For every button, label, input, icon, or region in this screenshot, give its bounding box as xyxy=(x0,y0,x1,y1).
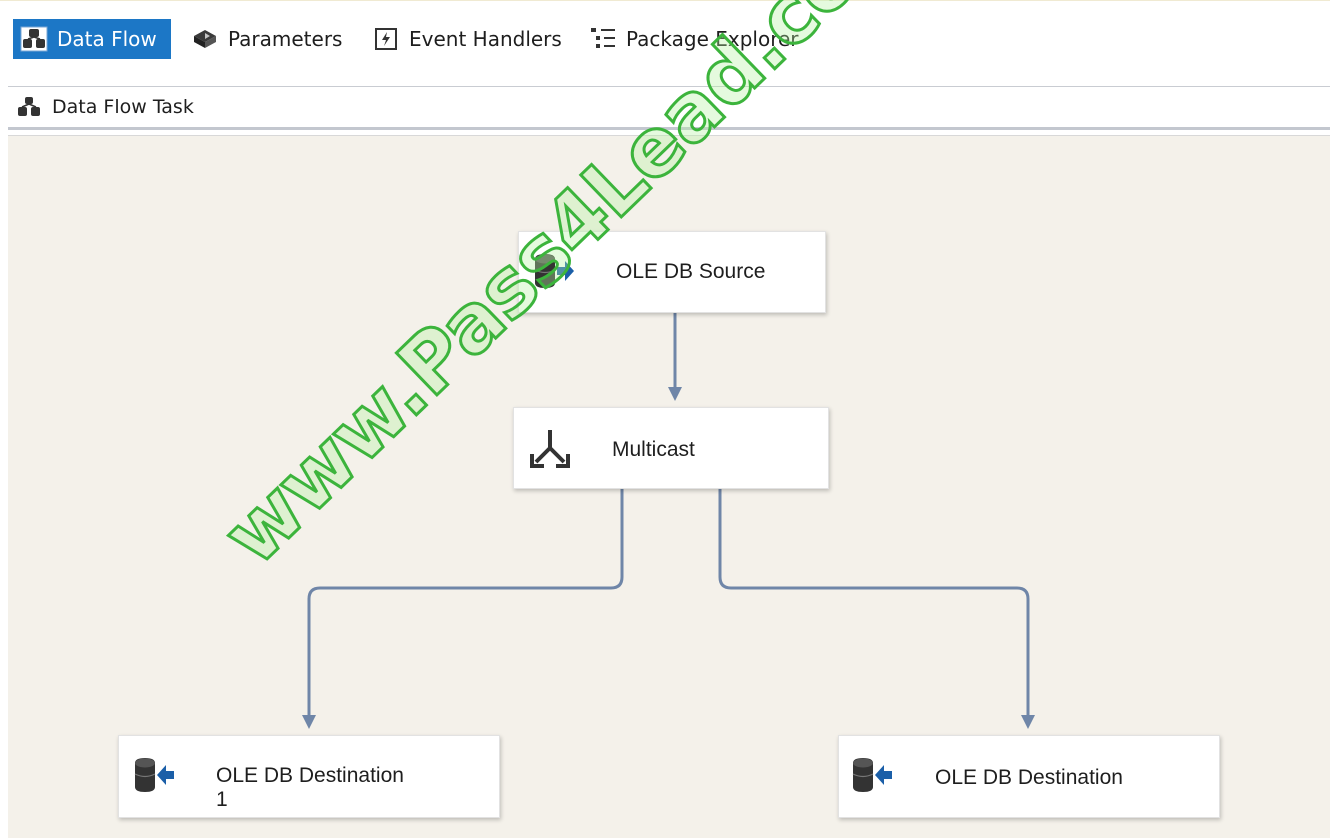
tab-event-handlers-label: Event Handlers xyxy=(409,27,562,51)
ole-db-source-icon xyxy=(531,250,575,294)
ole-db-source-component[interactable]: OLE DB Source xyxy=(518,231,826,313)
ole-db-destination-label: OLE DB Destination xyxy=(935,766,1123,789)
tab-data-flow[interactable]: Data Flow xyxy=(13,19,171,59)
multicast-icon xyxy=(528,426,572,470)
ole-db-destination-1-label: OLE DB Destination 1 xyxy=(216,764,404,811)
event-handlers-icon xyxy=(371,24,401,54)
package-explorer-icon xyxy=(588,24,618,54)
parameters-icon xyxy=(190,24,220,54)
multicast-component[interactable]: Multicast xyxy=(513,407,829,489)
tab-data-flow-label: Data Flow xyxy=(57,27,157,51)
tab-package-explorer[interactable]: Package Explorer xyxy=(588,19,799,59)
tab-parameters[interactable]: Parameters xyxy=(190,19,342,59)
designer-tab-bar: Data Flow Parameters Event Handlers Pack… xyxy=(0,0,1330,87)
ole-db-source-label: OLE DB Source xyxy=(616,260,766,283)
multicast-label: Multicast xyxy=(612,438,695,461)
tab-package-explorer-label: Package Explorer xyxy=(626,27,799,51)
tab-parameters-label: Parameters xyxy=(228,27,343,51)
tab-event-handlers[interactable]: Event Handlers xyxy=(371,19,562,59)
ole-db-destination-component[interactable]: OLE DB Destination xyxy=(838,735,1220,818)
path-multicast-to-destination-1[interactable] xyxy=(302,489,624,729)
data-flow-task-icon xyxy=(14,93,44,121)
ole-db-destination-icon xyxy=(131,754,175,798)
data-flow-design-surface[interactable]: OLE DB Source Multicast OLE DB Destinati… xyxy=(8,0,1330,838)
data-flow-task-label: Data Flow Task xyxy=(52,96,194,118)
data-flow-icon xyxy=(19,24,49,54)
path-multicast-to-destination-2[interactable] xyxy=(718,489,1035,729)
ole-db-destination-1-component[interactable]: OLE DB Destination 1 xyxy=(118,735,500,818)
ole-db-destination-icon xyxy=(849,754,893,798)
data-flow-task-bar[interactable]: Data Flow Task xyxy=(8,86,1330,130)
